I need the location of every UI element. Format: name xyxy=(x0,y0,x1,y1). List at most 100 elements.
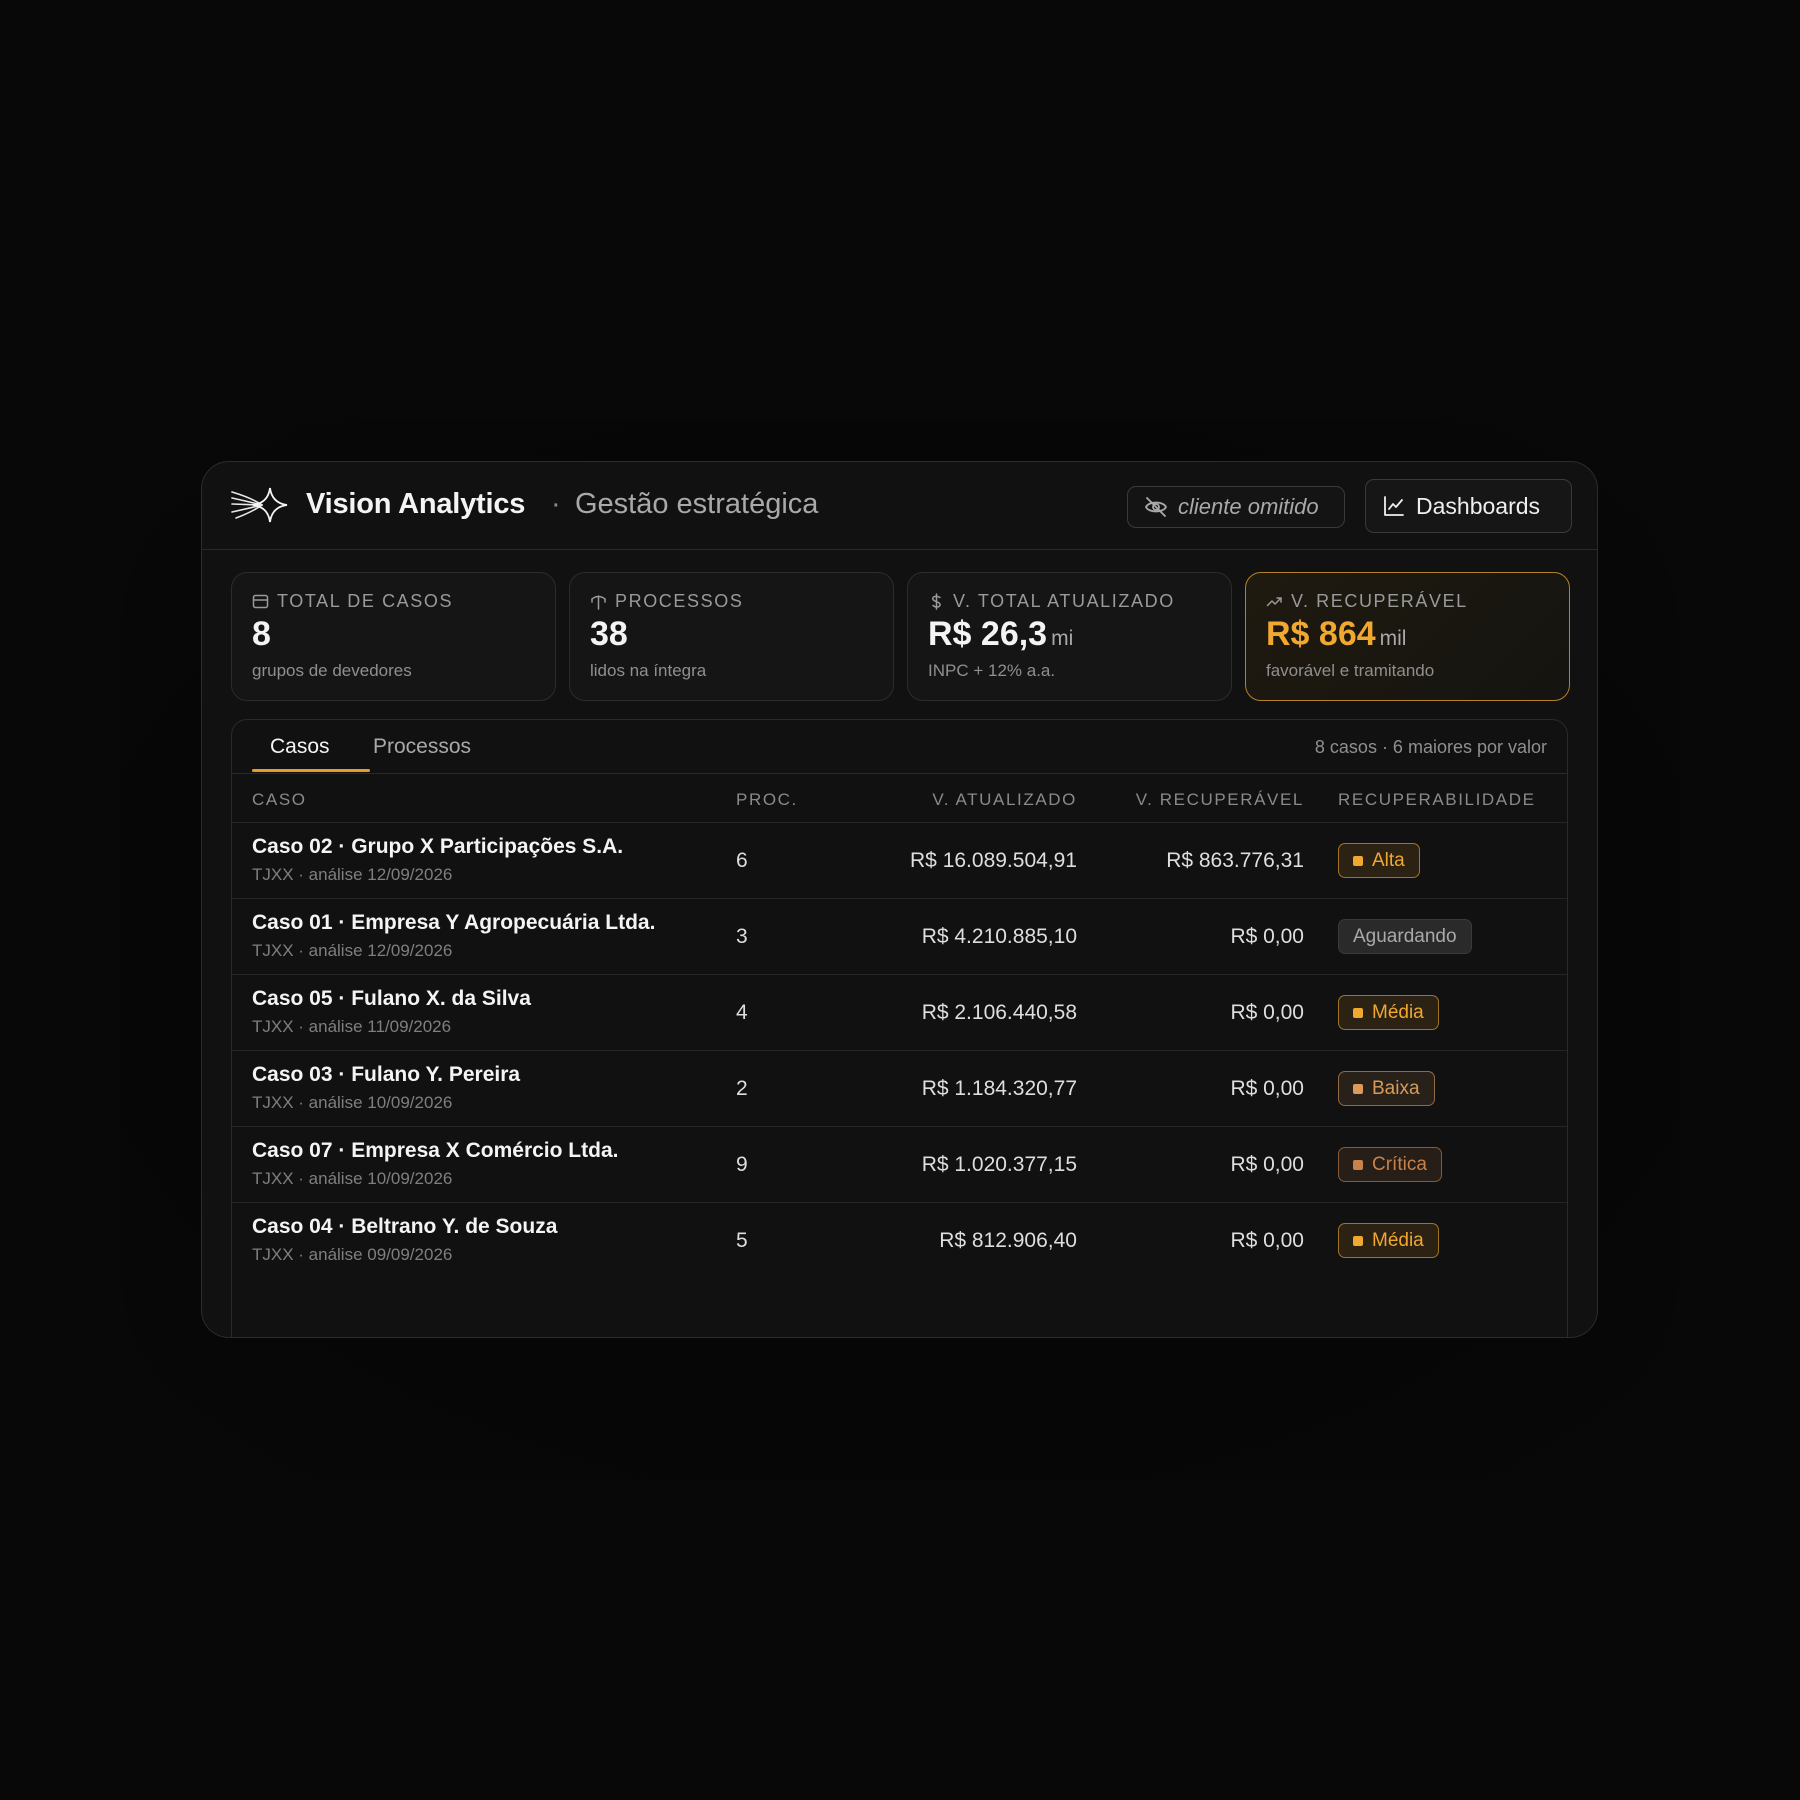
case-name: Caso 03 · Fulano Y. Pereira xyxy=(252,1063,521,1086)
gavel-icon xyxy=(591,595,606,610)
kpi-value-number: 8 xyxy=(252,615,271,653)
updated-value: R$ 1.020.377,15 xyxy=(921,1153,1077,1176)
badge-label: Média xyxy=(1372,1001,1424,1023)
dashboards-button-label: Dashboards xyxy=(1416,492,1541,519)
kpi-label: V. TOTAL ATUALIZADO xyxy=(928,591,1175,612)
kpi-label-text: PROCESSOS xyxy=(615,591,744,611)
column-header-caso: CASO xyxy=(252,790,307,809)
case-subtitle: TJXX · análise 12/09/2026 xyxy=(252,865,453,884)
updated-value: R$ 4.210.885,10 xyxy=(921,925,1077,948)
status-dot-icon xyxy=(1353,1159,1363,1170)
kpi-card-processos: PROCESSOS 38 lidos na íntegra xyxy=(569,572,894,701)
case-subtitle: TJXX · análise 09/09/2026 xyxy=(252,1245,453,1264)
status-dot-icon xyxy=(1353,855,1363,866)
badge-label: Crítica xyxy=(1372,1153,1427,1175)
case-subtitle: TJXX · análise 10/09/2026 xyxy=(252,1093,453,1112)
updated-value: R$ 16.089.504,91 xyxy=(910,849,1077,872)
eye-off-icon xyxy=(1144,497,1168,517)
recoverable-value: R$ 0,00 xyxy=(1230,925,1304,948)
kpi-value-number: R$ 864 xyxy=(1266,615,1376,653)
dashboards-button[interactable]: Dashboards xyxy=(1365,479,1572,533)
process-count: 6 xyxy=(736,849,748,872)
recoverable-value: R$ 0,00 xyxy=(1230,1153,1304,1176)
table-row[interactable]: Caso 05 · Fulano X. da Silva TJXX · análi… xyxy=(232,974,1567,1051)
panel-tabs: Casos Processos 8 casos · 6 maiores por … xyxy=(232,720,1567,774)
table-row[interactable]: Caso 03 · Fulano Y. Pereira TJXX · anális… xyxy=(232,1050,1567,1127)
brand-subtitle: Gestão estratégica xyxy=(575,488,819,520)
recoverable-value: R$ 0,00 xyxy=(1230,1077,1304,1100)
process-count: 3 xyxy=(736,925,748,948)
recoverability-badge: Alta xyxy=(1338,843,1420,878)
tab-processos[interactable]: Processos xyxy=(373,735,471,759)
kpi-value: R$ 864 mil xyxy=(1266,615,1406,654)
kpi-card-total-casos: TOTAL DE CASOS 8 grupos de devedores xyxy=(231,572,556,701)
active-tab-indicator xyxy=(252,769,370,772)
status-dot-icon xyxy=(1353,1007,1363,1018)
kpi-label: V. RECUPERÁVEL xyxy=(1266,591,1468,612)
app-header: Vision Analytics · Gestão estratégica cl… xyxy=(202,462,1597,550)
kpi-value-unit: mil xyxy=(1379,627,1407,650)
case-name: Caso 07 · Empresa X Comércio Ltda. xyxy=(252,1139,619,1162)
dollar-icon xyxy=(931,593,941,610)
kpi-label: PROCESSOS xyxy=(590,591,743,612)
kpi-subtext: lidos na íntegra xyxy=(590,661,707,680)
badge-label: Aguardando xyxy=(1353,925,1457,947)
status-dot-icon xyxy=(1353,1083,1363,1094)
kpi-value-number: R$ 26,3 xyxy=(928,615,1048,653)
cases-panel: Casos Processos 8 casos · 6 maiores por … xyxy=(231,719,1568,1337)
logo-icon xyxy=(231,487,288,523)
kpi-label: TOTAL DE CASOS xyxy=(252,591,453,612)
tab-casos[interactable]: Casos xyxy=(270,735,330,759)
badge-label: Baixa xyxy=(1372,1077,1420,1099)
updated-value: R$ 2.106.440,58 xyxy=(921,1001,1077,1024)
case-name: Caso 04 · Beltrano Y. de Souza xyxy=(252,1215,558,1238)
process-count: 4 xyxy=(736,1001,748,1024)
kpi-card-recuperavel: V. RECUPERÁVEL R$ 864 mil favorável e tra… xyxy=(1245,572,1570,701)
process-count: 9 xyxy=(736,1153,748,1176)
recoverability-badge: Aguardando xyxy=(1338,919,1472,954)
kpi-label-text: V. RECUPERÁVEL xyxy=(1291,591,1468,611)
updated-value: R$ 1.184.320,77 xyxy=(921,1077,1077,1100)
recoverable-value: R$ 863.776,31 xyxy=(1166,849,1304,872)
status-dot-icon xyxy=(1353,1235,1363,1246)
table-row[interactable]: Caso 04 · Beltrano Y. de Souza TJXX · aná… xyxy=(232,1202,1567,1279)
kpi-label-text: V. TOTAL ATUALIZADO xyxy=(953,591,1175,611)
table-row[interactable]: Caso 01 · Empresa Y Agropecuária Ltda. TJ… xyxy=(232,898,1567,975)
kpi-value: 38 xyxy=(590,615,628,654)
kpi-value-unit: mi xyxy=(1051,627,1074,650)
case-name: Caso 02 · Grupo X Participações S.A. xyxy=(252,835,624,858)
brand-name: Vision Analytics xyxy=(306,488,526,520)
client-hidden-toggle[interactable]: cliente omitido xyxy=(1127,486,1345,528)
updated-value: R$ 812.906,40 xyxy=(939,1229,1077,1252)
trending-up-icon xyxy=(1266,597,1282,607)
case-subtitle: TJXX · análise 11/09/2026 xyxy=(252,1017,452,1036)
kpi-subtext: INPC + 12% a.a. xyxy=(928,661,1056,680)
case-name: Caso 01 · Empresa Y Agropecuária Ltda. xyxy=(252,911,656,934)
table-row[interactable]: Caso 07 · Empresa X Comércio Ltda. TJXX ·… xyxy=(232,1126,1567,1203)
column-header-proc: PROC. xyxy=(736,790,798,809)
recoverability-badge: Baixa xyxy=(1338,1071,1435,1106)
kpi-cards: TOTAL DE CASOS 8 grupos de devedores PRO… xyxy=(231,572,1570,701)
table-row[interactable]: Caso 02 · Grupo X Participações S.A. TJXX… xyxy=(232,822,1567,899)
calendar-icon xyxy=(252,594,269,609)
process-count: 5 xyxy=(736,1229,748,1252)
column-header-recuperabilidade: RECUPERABILIDADE xyxy=(1338,790,1536,809)
kpi-value: R$ 26,3 mi xyxy=(928,615,1073,654)
column-header-recuperavel: V. RECUPERÁVEL xyxy=(1135,790,1304,809)
recoverable-value: R$ 0,00 xyxy=(1230,1001,1304,1024)
kpi-value-number: 38 xyxy=(590,615,628,653)
kpi-subtext: grupos de devedores xyxy=(252,661,412,680)
column-header-atualizado: V. ATUALIZADO xyxy=(932,790,1077,809)
kpi-label-text: TOTAL DE CASOS xyxy=(277,591,454,611)
case-name: Caso 05 · Fulano X. da Silva xyxy=(252,987,531,1010)
brand-separator: · xyxy=(551,488,561,520)
app-window: Vision Analytics · Gestão estratégica cl… xyxy=(201,461,1598,1338)
kpi-subtext: favorável e tramitando xyxy=(1266,661,1435,680)
table-summary: 8 casos · 6 maiores por valor xyxy=(1314,737,1547,757)
case-subtitle: TJXX · análise 10/09/2026 xyxy=(252,1169,453,1188)
case-subtitle: TJXX · análise 12/09/2026 xyxy=(252,941,453,960)
client-pill-label: cliente omitido xyxy=(1178,494,1319,519)
kpi-card-total-atualizado: V. TOTAL ATUALIZADO R$ 26,3 mi INPC + 12%… xyxy=(907,572,1232,701)
kpi-value: 8 xyxy=(252,615,271,654)
chart-line-icon xyxy=(1384,496,1404,516)
